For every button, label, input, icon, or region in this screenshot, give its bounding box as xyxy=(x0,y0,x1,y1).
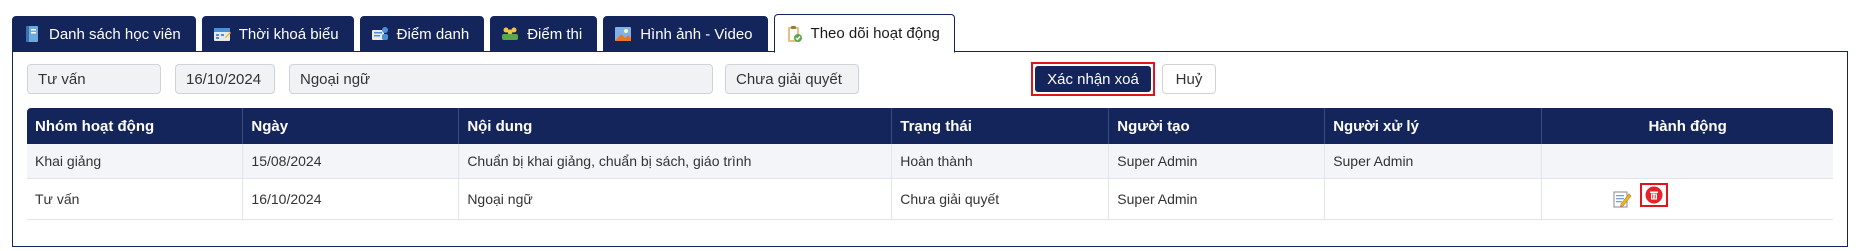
header-date[interactable]: Ngày xyxy=(242,108,460,144)
tab-bar: Danh sách học viên Thời khoá biểu Điểm d… xyxy=(12,14,955,53)
tab-student-list[interactable]: Danh sách học viên xyxy=(12,16,196,52)
tab-label: Điểm thi xyxy=(527,25,583,43)
activity-panel: Tư vấn 16/10/2024 Ngoại ngữ Chưa giải qu… xyxy=(12,51,1848,247)
activity-group-field[interactable]: Tư vấn xyxy=(27,64,161,94)
header-content[interactable]: Nội dung xyxy=(458,108,893,144)
cell-date: 16/10/2024 xyxy=(242,178,460,220)
header-creator[interactable]: Người tạo xyxy=(1108,108,1326,144)
cell-date: 15/08/2024 xyxy=(242,144,460,179)
content-field[interactable]: Ngoại ngữ xyxy=(289,64,713,94)
header-actions: Hành động xyxy=(1541,108,1833,144)
tab-attendance[interactable]: Điểm danh xyxy=(359,16,485,52)
delete-button[interactable] xyxy=(1640,183,1669,207)
cell-content: Ngoại ngữ xyxy=(458,178,893,220)
cell-creator: Super Admin xyxy=(1108,178,1326,220)
activity-group-value: Tư vấn xyxy=(38,70,86,88)
tab-label: Thời khoá biểu xyxy=(238,25,339,43)
status-field[interactable]: Chưa giải quyết xyxy=(725,64,859,94)
date-field[interactable]: 16/10/2024 xyxy=(175,64,275,94)
cell-creator: Super Admin xyxy=(1108,144,1326,179)
header-status[interactable]: Trạng thái xyxy=(891,108,1110,144)
cancel-button[interactable]: Huỷ xyxy=(1162,64,1216,94)
image-icon xyxy=(614,25,632,43)
table-row[interactable]: Tư vấn 16/10/2024 Ngoại ngữ Chưa giải qu… xyxy=(27,178,1833,220)
attendance-icon xyxy=(371,25,389,43)
cell-content: Chuẩn bị khai giảng, chuẩn bị sách, giáo… xyxy=(458,144,893,179)
table-header-row: Nhóm hoạt động Ngày Nội dung Trạng thái … xyxy=(27,108,1833,144)
cell-activity-group: Tư vấn xyxy=(27,178,244,220)
tab-media[interactable]: Hình ảnh - Video xyxy=(603,16,768,52)
tab-label: Danh sách học viên xyxy=(49,25,181,43)
cell-actions xyxy=(1541,178,1833,220)
tab-schedule[interactable]: Thời khoá biểu xyxy=(201,16,354,52)
confirm-delete-button[interactable]: Xác nhận xoá xyxy=(1031,62,1155,96)
date-value: 16/10/2024 xyxy=(186,70,262,88)
status-value: Chưa giải quyết xyxy=(736,70,842,88)
header-activity-group[interactable]: Nhóm hoạt động xyxy=(27,108,244,144)
tab-label: Theo dõi hoạt động xyxy=(810,25,940,42)
cell-status: Chưa giải quyết xyxy=(891,178,1110,220)
tab-exam-scores[interactable]: Điểm thi xyxy=(490,16,598,52)
schedule-icon xyxy=(213,25,231,43)
cell-handler xyxy=(1324,178,1543,220)
cell-actions xyxy=(1541,144,1833,179)
edit-icon[interactable] xyxy=(1612,189,1632,209)
confirm-delete-label: Xác nhận xoá xyxy=(1035,66,1151,92)
clipboard-icon xyxy=(785,25,803,43)
tab-label: Hình ảnh - Video xyxy=(640,25,753,43)
book-icon xyxy=(23,25,41,43)
cell-activity-group: Khai giảng xyxy=(27,144,244,179)
header-handler[interactable]: Người xử lý xyxy=(1324,108,1543,144)
trash-icon xyxy=(1645,186,1663,204)
students-icon xyxy=(501,25,519,43)
cell-status: Hoàn thành xyxy=(891,144,1110,179)
table-row[interactable]: Khai giảng 15/08/2024 Chuẩn bị khai giản… xyxy=(27,144,1833,179)
content-value: Ngoại ngữ xyxy=(300,70,371,88)
tab-activity-tracking[interactable]: Theo dõi hoạt động xyxy=(773,14,955,53)
cell-handler: Super Admin xyxy=(1324,144,1543,179)
tab-label: Điểm danh xyxy=(396,25,470,43)
activity-table: Nhóm hoạt động Ngày Nội dung Trạng thái … xyxy=(27,108,1833,220)
